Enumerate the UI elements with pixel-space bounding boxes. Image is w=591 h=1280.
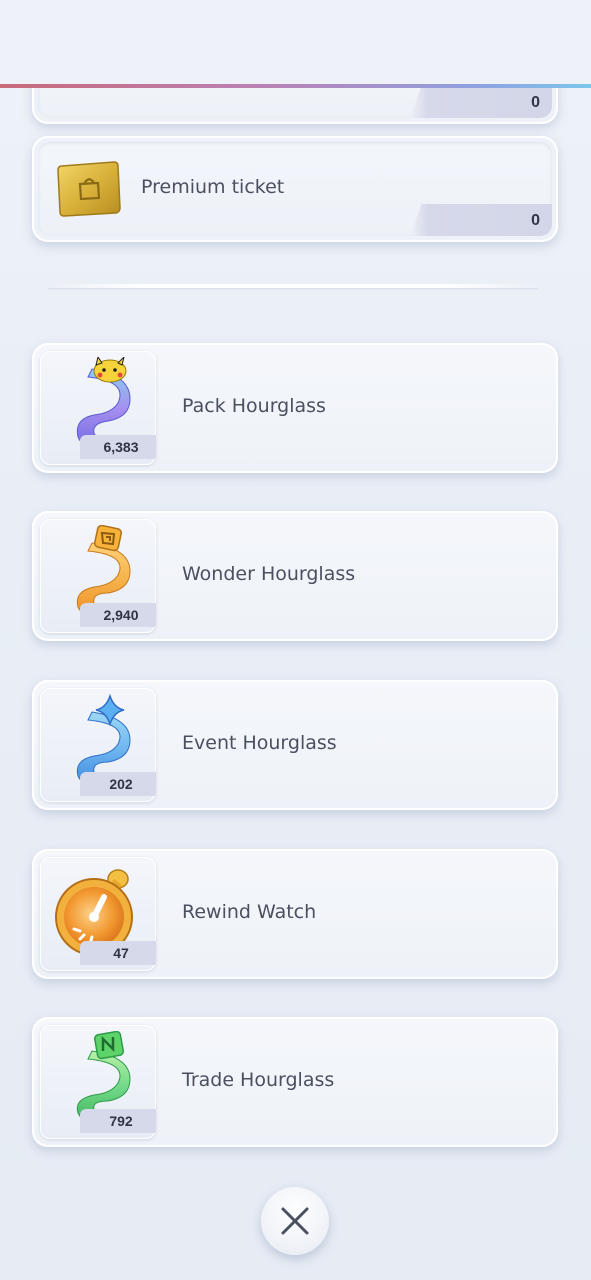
item-card-pack-hourglass[interactable]: 6,383 Pack Hourglass (32, 343, 558, 473)
item-count: 792 (80, 1109, 156, 1133)
item-icon-box: 6,383 (40, 351, 156, 465)
item-count: 6,383 (80, 435, 156, 459)
item-card-rewind-watch[interactable]: 47 Rewind Watch (32, 849, 558, 979)
item-icon-box: 2,940 (40, 519, 156, 633)
premium-ticket-card[interactable]: Premium ticket 0 (32, 136, 558, 242)
premium-ticket-icon (52, 158, 124, 220)
item-count: 202 (80, 772, 156, 796)
item-card-trade-hourglass[interactable]: 792 Trade Hourglass (32, 1017, 558, 1147)
item-icon-box: 202 (40, 688, 156, 802)
close-icon (280, 1206, 310, 1236)
top-card-count: 0 (531, 94, 540, 111)
item-label: Rewind Watch (182, 901, 317, 923)
item-icon-box: 792 (40, 1025, 156, 1139)
item-label: Trade Hourglass (182, 1069, 335, 1091)
section-divider (48, 284, 538, 288)
top-accent-line (0, 84, 591, 88)
premium-ticket-count: 0 (531, 212, 540, 229)
item-icon-box: 47 (40, 857, 156, 971)
premium-ticket-label: Premium ticket (141, 176, 285, 198)
item-label: Wonder Hourglass (182, 563, 356, 585)
item-label: Event Hourglass (182, 732, 337, 754)
item-label: Pack Hourglass (182, 395, 326, 417)
item-card-wonder-hourglass[interactable]: 2,940 Wonder Hourglass (32, 511, 558, 641)
item-count: 2,940 (80, 603, 156, 627)
item-count: 47 (80, 941, 156, 965)
top-bar (0, 0, 591, 86)
close-button[interactable] (261, 1187, 329, 1255)
item-card-event-hourglass[interactable]: 202 Event Hourglass (32, 680, 558, 810)
